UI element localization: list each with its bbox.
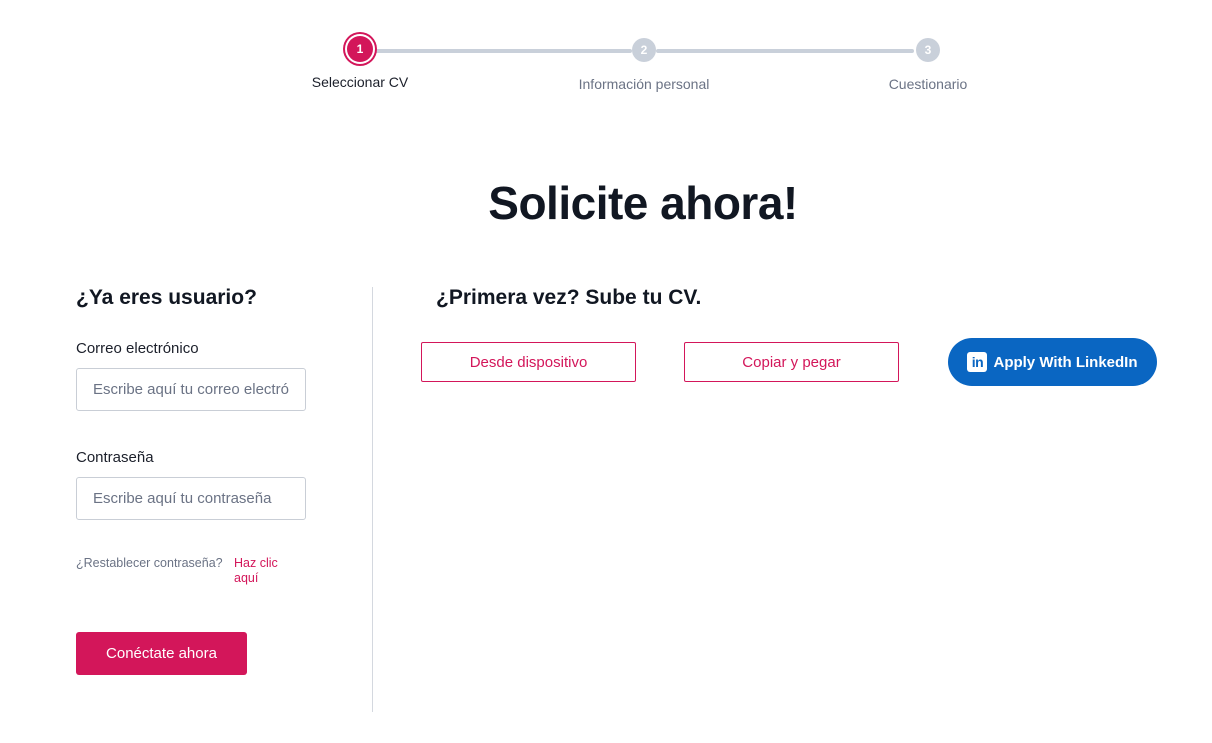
progress-stepper: 1 Seleccionar CV 2 Información personal … [0, 0, 1212, 110]
step-number: 2 [632, 38, 656, 62]
step-personal-info: 2 Información personal [544, 38, 744, 92]
upload-from-device-button[interactable]: Desde dispositivo [421, 342, 636, 382]
login-heading: ¿Ya eres usuario? [76, 286, 257, 309]
step-label: Seleccionar CV [311, 74, 409, 90]
linkedin-icon: in [967, 352, 988, 372]
page-title: Solicite ahora! [488, 177, 798, 229]
password-field[interactable] [76, 477, 306, 520]
step-label: Cuestionario [888, 76, 968, 92]
password-label: Contraseña [76, 449, 154, 466]
login-button[interactable]: Conéctate ahora [76, 632, 247, 675]
email-field[interactable] [76, 368, 306, 411]
linkedin-button-label: Apply With LinkedIn [993, 353, 1138, 371]
step-questionnaire: 3 Cuestionario [828, 38, 1028, 92]
apply-with-linkedin-button[interactable]: in Apply With LinkedIn [948, 338, 1157, 386]
step-select-cv: 1 Seleccionar CV [260, 36, 460, 90]
step-number: 1 [347, 36, 373, 62]
step-label: Información personal [578, 76, 710, 92]
section-divider [372, 287, 373, 712]
upload-heading: ¿Primera vez? Sube tu CV. [436, 286, 702, 309]
copy-paste-button[interactable]: Copiar y pegar [684, 342, 899, 382]
upload-section: ¿Primera vez? Sube tu CV. [436, 286, 701, 310]
reset-password-link[interactable]: Haz clic aquí [234, 556, 304, 586]
reset-password-row: ¿Restablecer contraseña? Haz clic aquí [76, 556, 336, 586]
reset-password-text: ¿Restablecer contraseña? [76, 556, 223, 570]
email-label: Correo electrónico [76, 340, 199, 357]
login-section: ¿Ya eres usuario? Correo electrónico Con… [76, 286, 336, 675]
step-number: 3 [916, 38, 940, 62]
